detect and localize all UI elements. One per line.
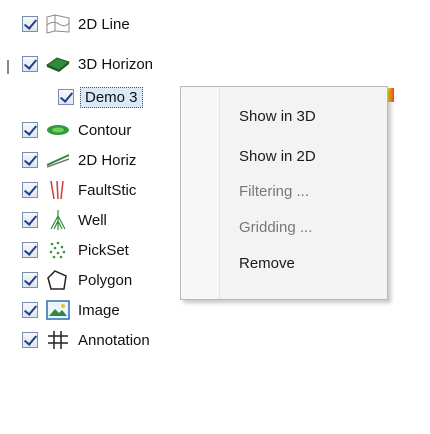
checkbox-annotation[interactable] [22, 332, 38, 348]
tree-item-label: FaultStic [78, 181, 137, 199]
menu-item-gridding[interactable]: Gridding ... [239, 211, 312, 243]
tree-item-2d-line[interactable]: 2D Line [22, 11, 130, 37]
tree-item-label: 2D Horiz [78, 151, 137, 169]
tree-item-annotation[interactable]: Annotation [22, 327, 150, 353]
tree-item-faultstick[interactable]: FaultStic [22, 177, 136, 203]
tree-item-label: Well [78, 211, 107, 229]
checkbox-polygon[interactable] [22, 272, 38, 288]
3d-horizon-icon [44, 53, 72, 75]
menu-item-show-in-3d[interactable]: Show in 3D [239, 100, 316, 132]
tree-item-label: Polygon [78, 271, 133, 289]
checkbox-image[interactable] [22, 302, 38, 318]
tree-item-3d-horizon[interactable]: 3D Horizon [22, 51, 153, 77]
tree-item-pickset[interactable]: PickSet [22, 237, 129, 263]
checkbox-well[interactable] [22, 212, 38, 228]
tree-item-label-selected: Demo 3 [80, 86, 143, 108]
context-menu-gutter [181, 87, 220, 299]
menu-item-show-in-2d[interactable]: Show in 2D [239, 140, 316, 172]
2d-horizon-icon [44, 149, 72, 171]
tree-item-well[interactable]: Well [22, 207, 107, 233]
tree-item-label: 2D Line [78, 15, 130, 33]
image-icon [44, 299, 72, 321]
well-icon [44, 209, 72, 231]
checkbox-2d-horizon[interactable] [22, 152, 38, 168]
checkbox-pickset[interactable] [22, 242, 38, 258]
menu-item-filtering[interactable]: Filtering ... [239, 175, 309, 207]
checkbox-3d-horizon[interactable] [22, 56, 38, 72]
tree-item-label: PickSet [78, 241, 129, 259]
checkbox-contour[interactable] [22, 122, 38, 138]
menu-item-remove[interactable]: Remove [239, 247, 295, 279]
polygon-icon [44, 269, 72, 291]
tree-item-label: 3D Horizon [78, 55, 154, 73]
tree-expander-line [7, 60, 9, 74]
checkbox-2d-line[interactable] [22, 16, 38, 32]
tree-item-label: Annotation [78, 331, 150, 349]
tree-item-label: Image [78, 301, 120, 319]
tree-item-2d-horizon[interactable]: 2D Horiz [22, 147, 136, 173]
context-menu: Show in 3D Show in 2D Filtering ... Grid… [180, 86, 388, 300]
faultstick-icon [44, 179, 72, 201]
tree-item-demo-3[interactable]: Demo 3 [58, 84, 143, 110]
tree-item-image[interactable]: Image [22, 297, 120, 323]
tree-item-contour[interactable]: Contour [22, 117, 131, 143]
tree-item-label: Contour [78, 121, 132, 139]
2d-line-icon [44, 13, 72, 35]
tree-item-polygon[interactable]: Polygon [22, 267, 132, 293]
pickset-icon [44, 239, 72, 261]
checkbox-demo-3[interactable] [58, 89, 74, 105]
checkbox-faultstick[interactable] [22, 182, 38, 198]
contour-icon [44, 119, 72, 141]
annotation-icon [44, 329, 72, 351]
